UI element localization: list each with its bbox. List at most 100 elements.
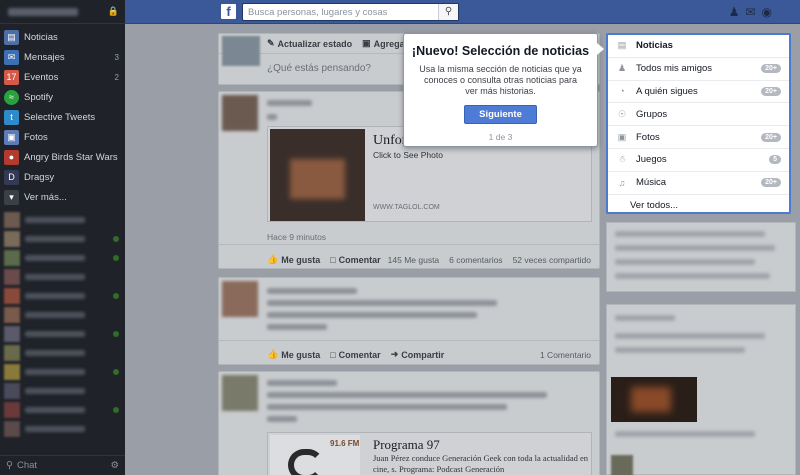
sidebar-item-spotify[interactable]: ≈ Spotify bbox=[0, 87, 125, 107]
radio-frequency: 91.6 FM bbox=[330, 439, 360, 448]
chat-friend[interactable] bbox=[0, 286, 125, 305]
unread-count: 3 bbox=[114, 52, 119, 62]
link-subtitle: Click to See Photo bbox=[373, 150, 443, 160]
notifications-icon[interactable]: ◉ bbox=[762, 5, 772, 19]
chat-friend[interactable] bbox=[0, 305, 125, 324]
post-stats: 145 Me gusta 6 comentarios 52 veces comp… bbox=[388, 255, 591, 265]
gear-icon[interactable]: ⚙ bbox=[110, 460, 119, 471]
sidebar-item-eventos[interactable]: 17 Eventos 2 bbox=[0, 67, 125, 87]
sidebar-item-ver-mas[interactable]: ▾ Ver más... bbox=[0, 187, 125, 207]
chat-friend[interactable] bbox=[0, 381, 125, 400]
link-thumbnail: 91.6 FM bbox=[270, 435, 360, 475]
new-feed-tour-popup: ¡Nuevo! Selección de noticias Usa la mis… bbox=[403, 33, 604, 147]
comments-count[interactable]: 1 Comentario bbox=[540, 350, 591, 360]
radio-logo bbox=[288, 449, 324, 475]
messages-icon[interactable]: ✉ bbox=[745, 5, 755, 19]
chevron-down-icon: ▾ bbox=[4, 189, 19, 205]
link-description: Juan Pérez conduce Generación Geek con t… bbox=[373, 453, 588, 474]
messages-icon: ✉ bbox=[4, 49, 19, 65]
sidebar-item-fotos[interactable]: ▣ Fotos bbox=[0, 127, 125, 147]
comments-count[interactable]: 6 comentarios bbox=[449, 255, 502, 265]
chat-friend[interactable] bbox=[0, 343, 125, 362]
music-icon: ♫ bbox=[618, 177, 626, 188]
friend-requests-icon[interactable]: ♟ bbox=[729, 5, 740, 19]
feed-option-todos-mis-amigos[interactable]: ♟ Todos mis amigos 20+ bbox=[608, 58, 789, 81]
step-indicator: 1 de 3 bbox=[488, 132, 513, 142]
chat-friend[interactable] bbox=[0, 419, 125, 438]
suggested-image[interactable] bbox=[611, 377, 697, 422]
avatar[interactable] bbox=[222, 375, 258, 411]
chat-friend[interactable] bbox=[0, 229, 125, 248]
feed-option-grupos[interactable]: ☉ Grupos bbox=[608, 103, 789, 127]
feed-option-a-quien-sigues[interactable]: ◔ A quién sigues 20+ bbox=[608, 81, 789, 104]
sidebar-item-label: Spotify bbox=[24, 91, 54, 103]
post-timestamp[interactable]: Hace 9 minutos bbox=[267, 232, 326, 242]
profile-header[interactable]: 🔒 bbox=[0, 0, 125, 24]
post-actions: 👍 Me gusta □ Comentar bbox=[267, 254, 381, 265]
chat-friend[interactable] bbox=[0, 324, 125, 343]
link-domain: WWW.TAGLOL.COM bbox=[373, 204, 440, 211]
spotify-icon: ≈ bbox=[4, 89, 19, 105]
search-icon[interactable]: ⚲ bbox=[438, 4, 458, 20]
games-icon: ☃ bbox=[617, 154, 627, 165]
link-preview[interactable]: 91.6 FM Programa 97 Juan Pérez conduce G… bbox=[267, 432, 592, 475]
notification-icons: ♟ ✉ ◉ bbox=[729, 5, 772, 19]
news-feed-selector: ▤ Noticias ♟ Todos mis amigos 20+ ◔ A qu… bbox=[606, 33, 791, 214]
comment-button[interactable]: □ Comentar bbox=[330, 254, 380, 265]
feed-post: 👍 Me gusta □ Comentar ➜ Compartir 1 Comenta… bbox=[218, 277, 600, 365]
sidebar-item-mensajes[interactable]: ✉ Mensajes 3 bbox=[0, 47, 125, 67]
right-column-ticker bbox=[606, 222, 796, 292]
lock-icon: 🔒 bbox=[107, 6, 119, 16]
avatar[interactable] bbox=[222, 95, 258, 131]
popup-text: Usa la misma sección de noticias que ya … bbox=[419, 64, 582, 96]
photos-icon: ▣ bbox=[617, 131, 627, 142]
groups-icon: ☉ bbox=[617, 108, 627, 119]
sidebar-item-dragsy[interactable]: D Dragsy bbox=[0, 167, 125, 187]
like-button[interactable]: 👍 Me gusta bbox=[267, 254, 320, 265]
comment-button[interactable]: □ Comentar bbox=[330, 349, 380, 360]
feed-option-musica[interactable]: ♫ Música 20+ bbox=[608, 172, 789, 195]
feed-option-noticias[interactable]: ▤ Noticias bbox=[608, 35, 789, 58]
chat-friend[interactable] bbox=[0, 210, 125, 229]
sidebar-item-angry-birds[interactable]: ● Angry Birds Star Wars bbox=[0, 147, 125, 167]
shares-count[interactable]: 52 veces compartido bbox=[513, 255, 591, 265]
author-name-blurred bbox=[267, 100, 312, 106]
link-title: Unfor bbox=[373, 133, 407, 148]
top-bar: f ⚲ ♟ ✉ ◉ bbox=[125, 0, 800, 24]
chat-friend[interactable] bbox=[0, 400, 125, 419]
left-sidebar: 🔒 ▤ Noticias ✉ Mensajes 3 17 Eventos 2 ≈… bbox=[0, 0, 125, 475]
rss-icon: ◔ bbox=[619, 86, 625, 97]
next-button[interactable]: Siguiente bbox=[464, 105, 537, 124]
share-button[interactable]: ➜ Compartir bbox=[391, 349, 445, 360]
avatar[interactable] bbox=[222, 281, 258, 317]
post-text-blurred bbox=[267, 312, 477, 318]
link-thumbnail bbox=[270, 129, 365, 221]
sidebar-item-noticias[interactable]: ▤ Noticias bbox=[0, 27, 125, 47]
feed-option-juegos[interactable]: ☃ Juegos 5 bbox=[608, 149, 789, 172]
post-text-blurred bbox=[267, 324, 327, 330]
friends-icon: ♟ bbox=[617, 63, 627, 74]
right-column-suggestions bbox=[606, 304, 796, 475]
chat-friend[interactable] bbox=[0, 248, 125, 267]
like-button[interactable]: 👍 Me gusta bbox=[267, 349, 320, 360]
search-icon: ⚲ bbox=[6, 460, 13, 471]
search-input[interactable] bbox=[243, 4, 438, 20]
see-all-link[interactable]: Ver todos... bbox=[608, 195, 789, 218]
news-icon: ▤ bbox=[4, 29, 19, 45]
sidebar-item-label: Ver más... bbox=[24, 191, 67, 203]
calendar-icon: 17 bbox=[4, 69, 19, 85]
game-icon: ● bbox=[4, 149, 19, 165]
update-status-tab[interactable]: ✎ Actualizar estado bbox=[267, 38, 352, 49]
feed-post: 91.6 FM Programa 97 Juan Pérez conduce G… bbox=[218, 371, 600, 475]
sidebar-item-selective-tweets[interactable]: t Selective Tweets bbox=[0, 107, 125, 127]
author-name-blurred bbox=[267, 288, 357, 294]
likes-count[interactable]: 145 Me gusta bbox=[388, 255, 440, 265]
chat-friend[interactable] bbox=[0, 267, 125, 286]
share-arrow-icon: ➜ bbox=[390, 349, 399, 359]
feed-option-fotos[interactable]: ▣ Fotos 20+ bbox=[608, 126, 789, 149]
chat-friend[interactable] bbox=[0, 362, 125, 381]
count-badge: 20+ bbox=[761, 178, 781, 188]
facebook-logo[interactable]: f bbox=[221, 4, 236, 19]
sidebar-item-label: Dragsy bbox=[24, 171, 55, 183]
chat-bar[interactable]: ⚲ Chat ⚙ bbox=[0, 455, 125, 475]
